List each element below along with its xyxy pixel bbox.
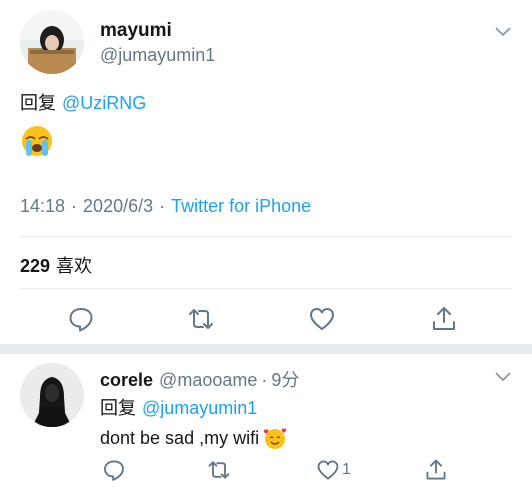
divider xyxy=(20,288,512,289)
section-separator xyxy=(0,344,532,354)
reply-label: 回复 xyxy=(100,398,136,418)
reply-label: 回复 xyxy=(20,93,56,113)
display-name[interactable]: mayumi xyxy=(100,20,172,42)
reply-header: corele @maooame · 9分 xyxy=(100,366,299,392)
comment-icon[interactable] xyxy=(102,458,126,482)
avatar-image xyxy=(20,10,84,74)
reply-avatar[interactable] xyxy=(20,363,84,427)
share-icon[interactable] xyxy=(424,458,448,482)
share-icon[interactable] xyxy=(430,305,458,333)
likes-label: 喜欢 xyxy=(56,256,93,276)
mention-link[interactable]: @UziRNG xyxy=(62,93,146,113)
user-handle[interactable]: @jumayumin1 xyxy=(100,45,215,66)
smiling-face-with-hearts-icon xyxy=(263,428,287,449)
reply-body: dont be sad ,my wifi xyxy=(100,427,260,448)
tweet-date: 2020/6/3 xyxy=(83,196,154,216)
reply-text: dont be sad ,my wifi xyxy=(100,426,287,450)
divider xyxy=(20,236,512,237)
reply-user-handle[interactable]: @maooame xyxy=(159,370,257,390)
reply-separator: · xyxy=(261,370,268,390)
loudly-crying-face-icon xyxy=(22,126,52,156)
tweet-time: 14:18 xyxy=(20,196,66,216)
tweet-meta: 14:18 · 2020/6/3 · Twitter for iPhone xyxy=(20,196,311,217)
meta-separator: · xyxy=(71,196,78,216)
retweet-icon[interactable] xyxy=(187,305,215,333)
avatar[interactable] xyxy=(20,10,84,74)
meta-separator: · xyxy=(159,196,166,216)
reply-context: 回复 @UziRNG xyxy=(20,89,146,115)
reply-context: 回复 @jumayumin1 xyxy=(100,394,257,420)
heart-icon[interactable] xyxy=(308,305,336,333)
reply-avatar-image xyxy=(20,363,84,427)
mention-link[interactable]: @jumayumin1 xyxy=(142,398,257,418)
chevron-down-icon[interactable] xyxy=(493,370,513,384)
reply-timestamp[interactable]: 9分 xyxy=(271,370,299,390)
comment-icon[interactable] xyxy=(67,305,95,333)
retweet-icon[interactable] xyxy=(207,458,231,482)
reply-like-count: 1 xyxy=(342,461,351,478)
tweet-source-link[interactable]: Twitter for iPhone xyxy=(171,196,311,216)
likes-count: 229 xyxy=(20,256,51,276)
reply-display-name[interactable]: corele xyxy=(100,370,153,390)
heart-icon[interactable] xyxy=(316,458,340,482)
chevron-down-icon[interactable] xyxy=(493,25,513,39)
likes-summary[interactable]: 229 喜欢 xyxy=(20,252,92,278)
